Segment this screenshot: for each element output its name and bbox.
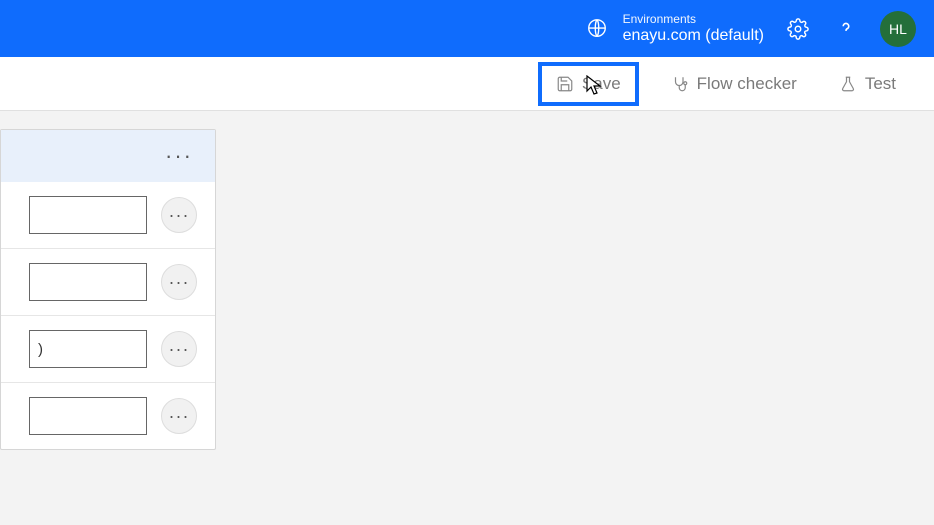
row-menu-button[interactable]: ··· <box>161 398 197 434</box>
card-row: ) ··· <box>1 316 215 383</box>
user-avatar[interactable]: HL <box>880 11 916 47</box>
help-icon[interactable] <box>832 15 860 43</box>
card-menu-icon[interactable]: ··· <box>165 143 193 169</box>
flow-checker-label: Flow checker <box>697 74 797 94</box>
avatar-initials: HL <box>889 21 907 37</box>
card-header[interactable]: ··· <box>1 130 215 182</box>
save-icon <box>556 75 574 93</box>
environment-name: enayu.com (default) <box>623 26 764 45</box>
card-row: ··· <box>1 182 215 249</box>
test-label: Test <box>865 74 896 94</box>
action-toolbar: Save Flow checker Test <box>0 57 934 111</box>
top-header: Environments enayu.com (default) HL <box>0 0 934 57</box>
settings-icon[interactable] <box>784 15 812 43</box>
input-field[interactable] <box>29 196 147 234</box>
input-field[interactable] <box>29 263 147 301</box>
flow-step-card: ··· ··· ··· ) ··· ··· <box>0 129 216 450</box>
input-field[interactable]: ) <box>29 330 147 368</box>
flow-canvas: ··· ··· ··· ) ··· ··· <box>0 111 934 525</box>
globe-icon <box>583 14 611 42</box>
row-menu-button[interactable]: ··· <box>161 197 197 233</box>
flow-checker-button[interactable]: Flow checker <box>661 68 807 100</box>
row-menu-button[interactable]: ··· <box>161 331 197 367</box>
stethoscope-icon <box>671 75 689 93</box>
row-menu-button[interactable]: ··· <box>161 264 197 300</box>
flask-icon <box>839 75 857 93</box>
save-label: Save <box>582 74 621 94</box>
card-row: ··· <box>1 383 215 449</box>
environment-label: Environments <box>623 12 764 26</box>
test-button[interactable]: Test <box>829 68 906 100</box>
card-row: ··· <box>1 249 215 316</box>
save-button[interactable]: Save <box>538 62 639 106</box>
environment-picker[interactable]: Environments enayu.com (default) <box>583 12 764 46</box>
environment-text: Environments enayu.com (default) <box>623 12 764 46</box>
input-field[interactable] <box>29 397 147 435</box>
